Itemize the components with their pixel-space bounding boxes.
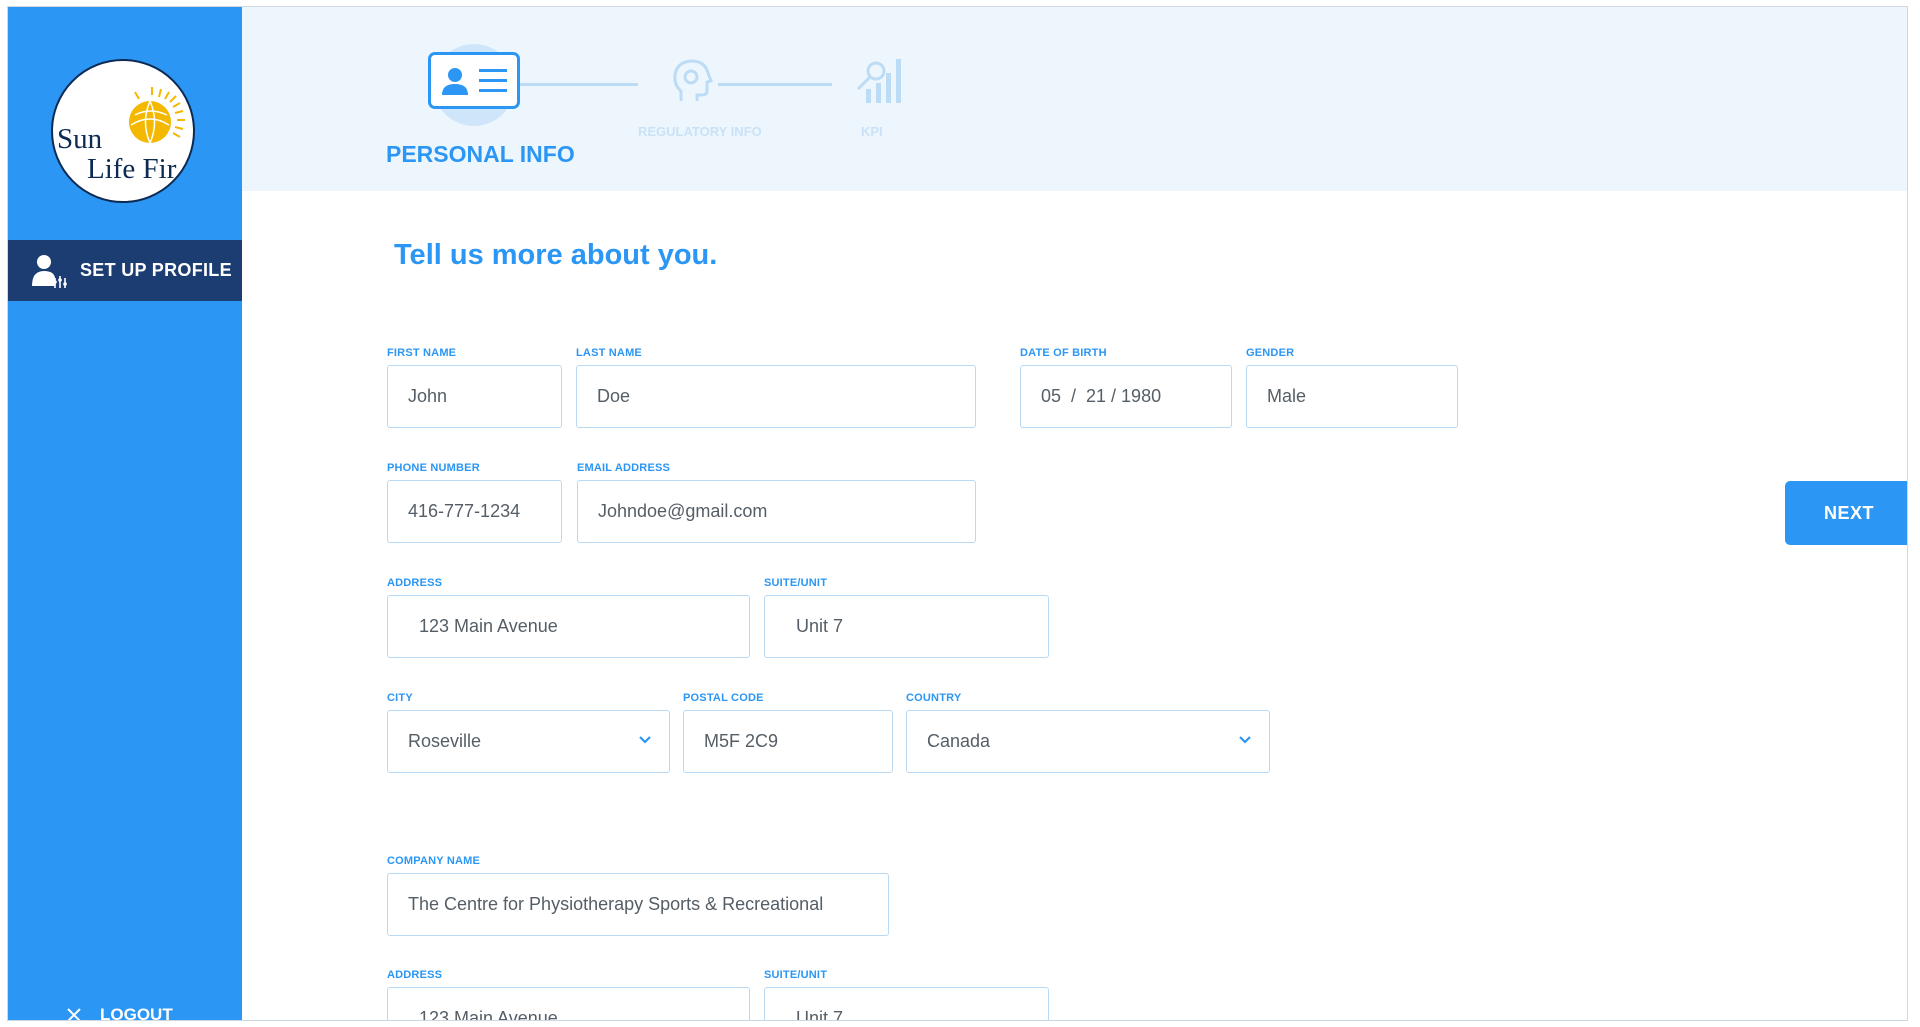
chevron-down-icon [1239, 736, 1251, 744]
next-button[interactable]: NEXT [1785, 481, 1907, 545]
email-label: EMAIL ADDRESS [577, 462, 671, 474]
last-name-field[interactable]: Doe [576, 365, 976, 428]
progress-stepper: PERSONAL INFO REGULATORY INFO KPI [242, 7, 1907, 191]
sidebar: Sun Life Fir SET UP PROFILE LOGOUT [8, 7, 242, 1021]
logo-text-line2: Life Fir [87, 153, 177, 185]
phone-label: PHONE NUMBER [387, 462, 480, 474]
company-name-field[interactable]: The Centre for Physiotherapy Sports & Re… [387, 873, 889, 936]
step-connector [718, 83, 832, 86]
gender-label: GENDER [1246, 347, 1295, 359]
country-select[interactable]: Canada [906, 710, 1270, 773]
postal-code-label: POSTAL CODE [683, 692, 764, 704]
company-address-label: ADDRESS [387, 969, 443, 981]
logout-label: LOGOUT [100, 1005, 173, 1021]
suite-field[interactable]: Unit 7 [764, 595, 1049, 658]
page-title: Tell us more about you. [394, 239, 718, 271]
app-window: Sun Life Fir SET UP PROFILE LOGOUT PERSO… [7, 6, 1908, 1021]
phone-field[interactable]: 416-777-1234 [387, 480, 562, 543]
profile-settings-icon [32, 255, 67, 288]
city-label: CITY [387, 692, 413, 704]
chevron-down-icon [639, 736, 651, 744]
head-gear-icon[interactable] [671, 57, 715, 109]
company-name-label: COMPANY NAME [387, 855, 481, 867]
country-label: COUNTRY [906, 692, 962, 704]
first-name-label: FIRST NAME [387, 347, 457, 359]
step-label-personal-info: PERSONAL INFO [386, 141, 575, 167]
sidebar-item-label: SET UP PROFILE [80, 260, 232, 280]
last-name-label: LAST NAME [576, 347, 642, 359]
sun-icon [129, 87, 185, 144]
email-field[interactable]: Johndoe@gmail.com [577, 480, 976, 543]
dob-label: DATE OF BIRTH [1020, 347, 1107, 359]
first-name-field[interactable]: John [387, 365, 562, 428]
step-label-regulatory-info: REGULATORY INFO [638, 124, 762, 139]
gender-field[interactable]: Male [1246, 365, 1458, 428]
step-connector [520, 83, 638, 86]
bar-chart-magnifier-icon[interactable] [852, 55, 904, 107]
close-icon [67, 1008, 81, 1020]
dob-field[interactable]: 05 / 21 / 1980 [1020, 365, 1232, 428]
address-label: ADDRESS [387, 577, 443, 589]
id-card-icon[interactable] [428, 52, 520, 109]
personal-info-form: Tell us more about you. FIRST NAME John … [242, 191, 1907, 1020]
city-select[interactable]: Roseville [387, 710, 670, 773]
company-suite-field[interactable]: Unit 7 [764, 987, 1049, 1020]
company-suite-label: SUITE/UNIT [764, 969, 828, 981]
sun-life-logo: Sun Life Fir [51, 59, 195, 203]
logout-button[interactable]: LOGOUT [66, 1005, 173, 1021]
address-field[interactable]: 123 Main Avenue [387, 595, 750, 658]
logo-text-line1: Sun [57, 123, 103, 155]
postal-code-field[interactable]: M5F 2C9 [683, 710, 893, 773]
suite-label: SUITE/UNIT [764, 577, 828, 589]
step-label-kpi: KPI [861, 124, 883, 139]
sidebar-item-set-up-profile[interactable]: SET UP PROFILE [8, 240, 242, 301]
company-address-field[interactable]: 123 Main Avenue [387, 987, 750, 1020]
